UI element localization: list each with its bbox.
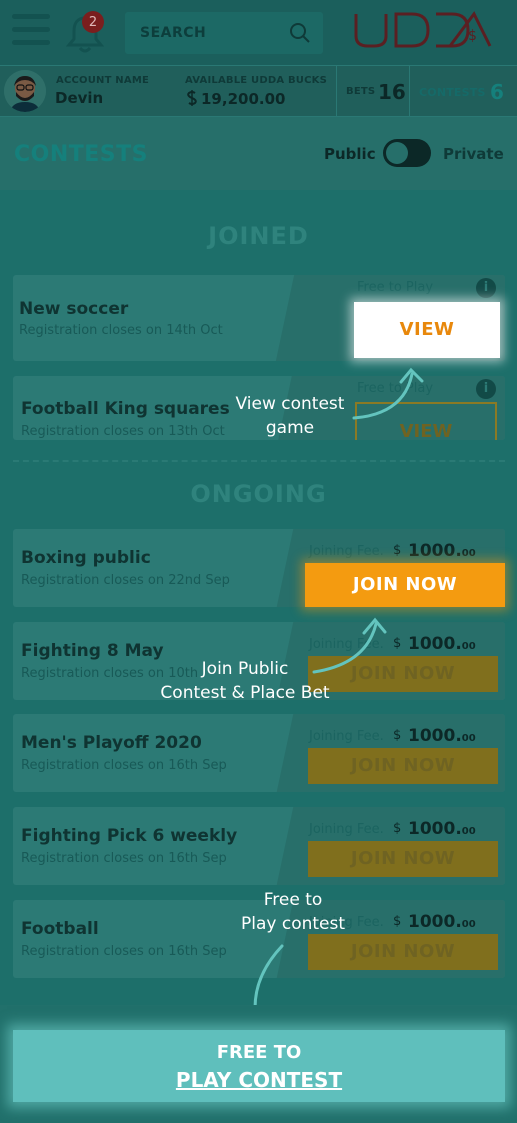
account-bar: ACCOUNT NAME Devin AVAILABLE UDDA BUCKS … [0, 65, 517, 118]
join-now-button[interactable]: JOIN NOW [308, 748, 498, 784]
joining-fee-label: Joining Fee. [309, 544, 384, 559]
contest-registration: Registration closes on 22nd Sep [21, 573, 230, 588]
search-input[interactable]: SEARCH [125, 12, 323, 54]
info-icon[interactable]: i [476, 379, 496, 399]
join-now-button[interactable]: JOIN NOW [308, 841, 498, 877]
free-to-play-contest-button[interactable]: FREE TO PLAY CONTEST [13, 1030, 505, 1102]
divider [336, 66, 337, 118]
contest-name: Fighting 8 May [21, 641, 164, 661]
contest-name: Fighting Pick 6 weekly [21, 826, 238, 846]
contest-card[interactable]: Men's Playoff 2020 Registration closes o… [13, 714, 505, 792]
tip-free-to-play: Free to Play contest [240, 890, 346, 934]
joining-fee-value: 1000.00 [408, 819, 476, 839]
contests-header: CONTESTS Public Private [0, 117, 517, 190]
top-bar: 2 SEARCH $ [0, 0, 517, 65]
contest-card[interactable]: Fighting Pick 6 weekly Registration clos… [13, 807, 505, 885]
view-button-highlighted[interactable]: VIEW [354, 302, 500, 358]
dollar-icon: $ [393, 728, 402, 743]
dollar-icon: $ [393, 543, 402, 558]
section-divider [13, 460, 505, 462]
joining-fee-value: 1000.00 [408, 726, 476, 746]
contest-registration: Registration closes on 13th Oct [21, 424, 225, 439]
contest-registration: Registration closes on 14th Oct [19, 323, 223, 338]
bets-count[interactable]: 16 [378, 80, 406, 104]
dollar-icon: $ [393, 914, 402, 929]
joining-fee-label: Joining Fee. [309, 729, 384, 744]
contest-registration: Registration closes on 16th Sep [21, 944, 227, 959]
dollar-icon: $ [393, 636, 402, 651]
page-title: CONTESTS [14, 142, 148, 167]
menu-icon[interactable] [12, 14, 50, 46]
contest-name: New soccer [19, 299, 129, 319]
notification-badge: 2 [82, 11, 104, 33]
account-name-label: ACCOUNT NAME [56, 75, 150, 86]
joining-fee-value: 1000.00 [408, 912, 476, 932]
contest-name: Football King squares [21, 399, 230, 419]
search-icon[interactable] [289, 22, 311, 44]
joining-fee-label: Joining Fee. [309, 822, 384, 837]
view-button[interactable]: VIEW [355, 402, 497, 440]
contests-label[interactable]: CONTESTS [419, 86, 486, 99]
joining-fee-label: Joining Fee. [309, 637, 384, 652]
join-now-button-highlighted[interactable]: JOIN NOW [305, 563, 505, 607]
contest-name: Football [21, 919, 99, 939]
tip-view-contest: View contest game [235, 394, 345, 438]
avatar[interactable] [4, 70, 46, 112]
free-to-play-label: Free to Play [357, 381, 434, 396]
public-label[interactable]: Public [324, 145, 376, 163]
join-now-button[interactable]: JOIN NOW [308, 934, 498, 970]
joining-fee-value: 1000.00 [408, 634, 476, 654]
play-button-line2: PLAY CONTEST [175, 1068, 343, 1092]
udda-logo: $ [350, 10, 495, 52]
coin-icon [185, 90, 199, 110]
info-icon[interactable]: i [476, 278, 496, 298]
bets-label[interactable]: BETS [346, 86, 375, 97]
contests-count[interactable]: 6 [490, 80, 504, 104]
free-to-play-label: Free to Play [357, 280, 434, 295]
divider [409, 66, 410, 118]
tip-join-public: Join Public Contest & Place Bet [160, 659, 330, 703]
search-placeholder: SEARCH [140, 25, 207, 41]
contest-registration: Registration closes on 16th Sep [21, 851, 227, 866]
public-private-toggle[interactable] [383, 139, 431, 167]
bucks-label: AVAILABLE UDDA BUCKS [185, 75, 327, 86]
ongoing-heading: ONGOING [190, 480, 327, 508]
bucks-value: 19,200.00 [201, 90, 286, 108]
play-button-line1: FREE TO [216, 1042, 302, 1063]
joining-fee-value: 1000.00 [408, 541, 476, 561]
account-name: Devin [55, 89, 104, 107]
svg-text:$: $ [468, 28, 477, 44]
private-label[interactable]: Private [443, 145, 504, 163]
joined-heading: JOINED [208, 222, 309, 250]
contest-registration: Registration closes on 16th Sep [21, 758, 227, 773]
contest-name: Men's Playoff 2020 [21, 733, 202, 753]
contest-name: Boxing public [21, 548, 151, 568]
dollar-icon: $ [393, 821, 402, 836]
